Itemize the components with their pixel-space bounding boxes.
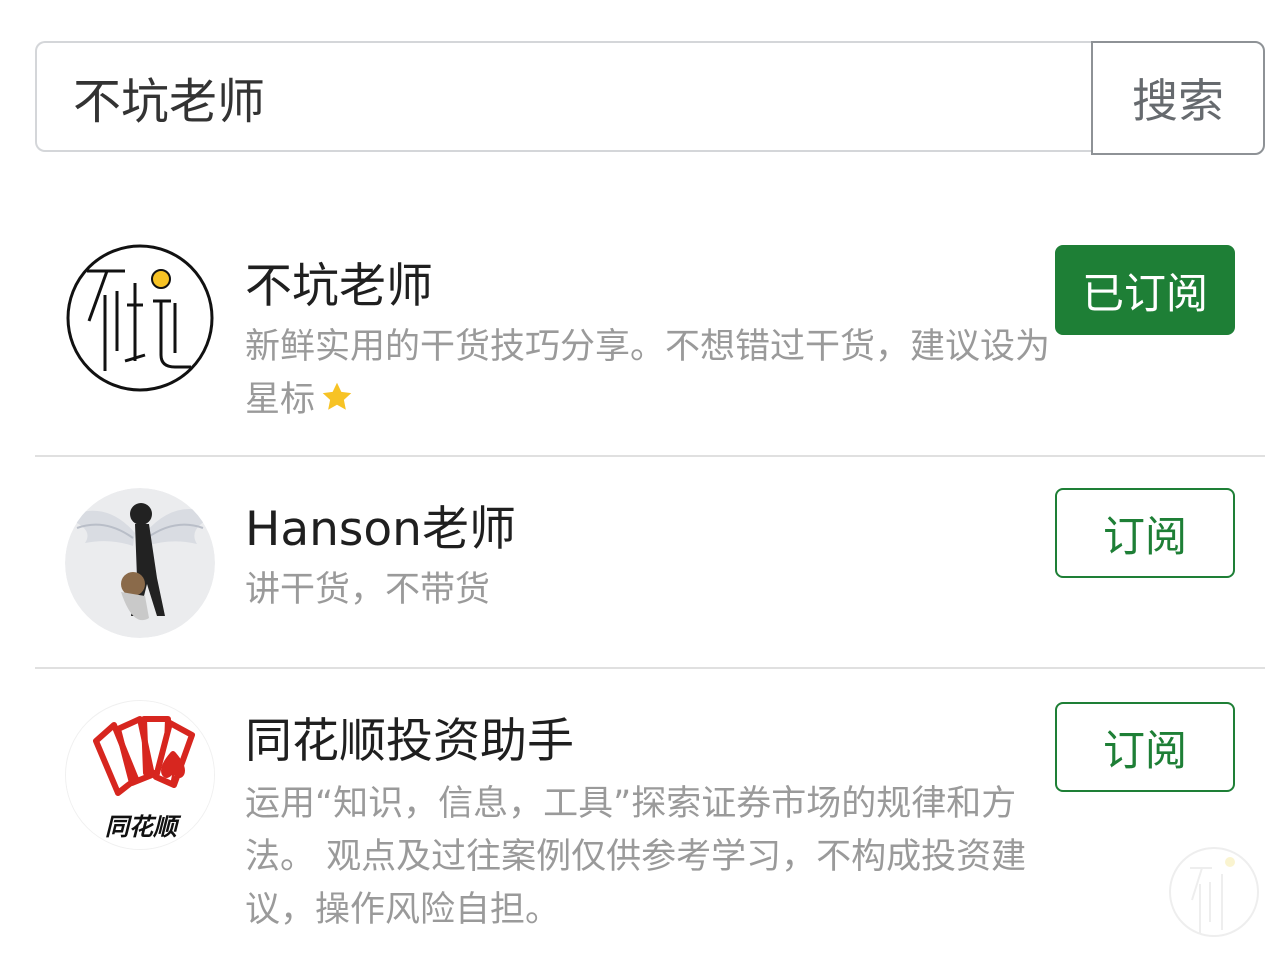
avatar-tonghuashun[interactable]: 同花顺 bbox=[65, 700, 215, 850]
avatar-bukeng[interactable] bbox=[65, 243, 215, 393]
watermark-logo bbox=[1168, 838, 1260, 946]
search-input[interactable] bbox=[37, 43, 1092, 150]
result-description: 运用“知识，信息，工具”探索证券市场的规律和方法。 观点及过往案例仅供参考学习，… bbox=[245, 784, 1027, 930]
bukeng-logo-icon bbox=[66, 244, 214, 392]
star-icon bbox=[319, 378, 355, 431]
subscribed-button[interactable]: 已订阅 bbox=[1055, 245, 1235, 335]
result-title[interactable]: Hanson老师 bbox=[245, 506, 516, 553]
search-button[interactable]: 搜索 bbox=[1091, 41, 1265, 155]
logo-text: 同花顺 bbox=[105, 814, 182, 841]
result-item-bukeng[interactable]: 不坑老师 新鲜实用的干货技巧分享。不想错过干货，建议设为星标 已订阅 bbox=[35, 243, 1265, 443]
result-description-text: 新鲜实用的干货技巧分享。不想错过干货，建议设为星标 bbox=[245, 327, 1051, 420]
list-divider bbox=[35, 667, 1265, 669]
subscribe-button[interactable]: 订阅 bbox=[1055, 702, 1235, 792]
search-results-page: 搜索 不坑老师 新鲜实用的干货技巧分享。不想错过干货，建议设为星标 bbox=[0, 0, 1282, 953]
avatar-hanson[interactable] bbox=[65, 488, 215, 638]
result-item-hanson[interactable]: Hanson老师 讲干货，不带货 订阅 bbox=[35, 488, 1265, 648]
tonghuashun-logo-icon: 同花顺 bbox=[66, 701, 214, 849]
anime-angel-avatar bbox=[65, 488, 215, 638]
result-description: 新鲜实用的干货技巧分享。不想错过干货，建议设为星标 bbox=[245, 321, 1055, 431]
result-description: 讲干货，不带货 bbox=[245, 570, 491, 610]
result-title[interactable]: 不坑老师 bbox=[245, 263, 433, 310]
subscribe-button[interactable]: 订阅 bbox=[1055, 488, 1235, 578]
result-title[interactable]: 同花顺投资助手 bbox=[245, 718, 574, 765]
result-item-tonghuashun[interactable]: 同花顺 同花顺投资助手 运用“知识，信息，工具”探索证券市场的规律和方法。 观点… bbox=[35, 700, 1265, 940]
search-field[interactable] bbox=[35, 41, 1092, 152]
list-divider bbox=[35, 455, 1265, 457]
